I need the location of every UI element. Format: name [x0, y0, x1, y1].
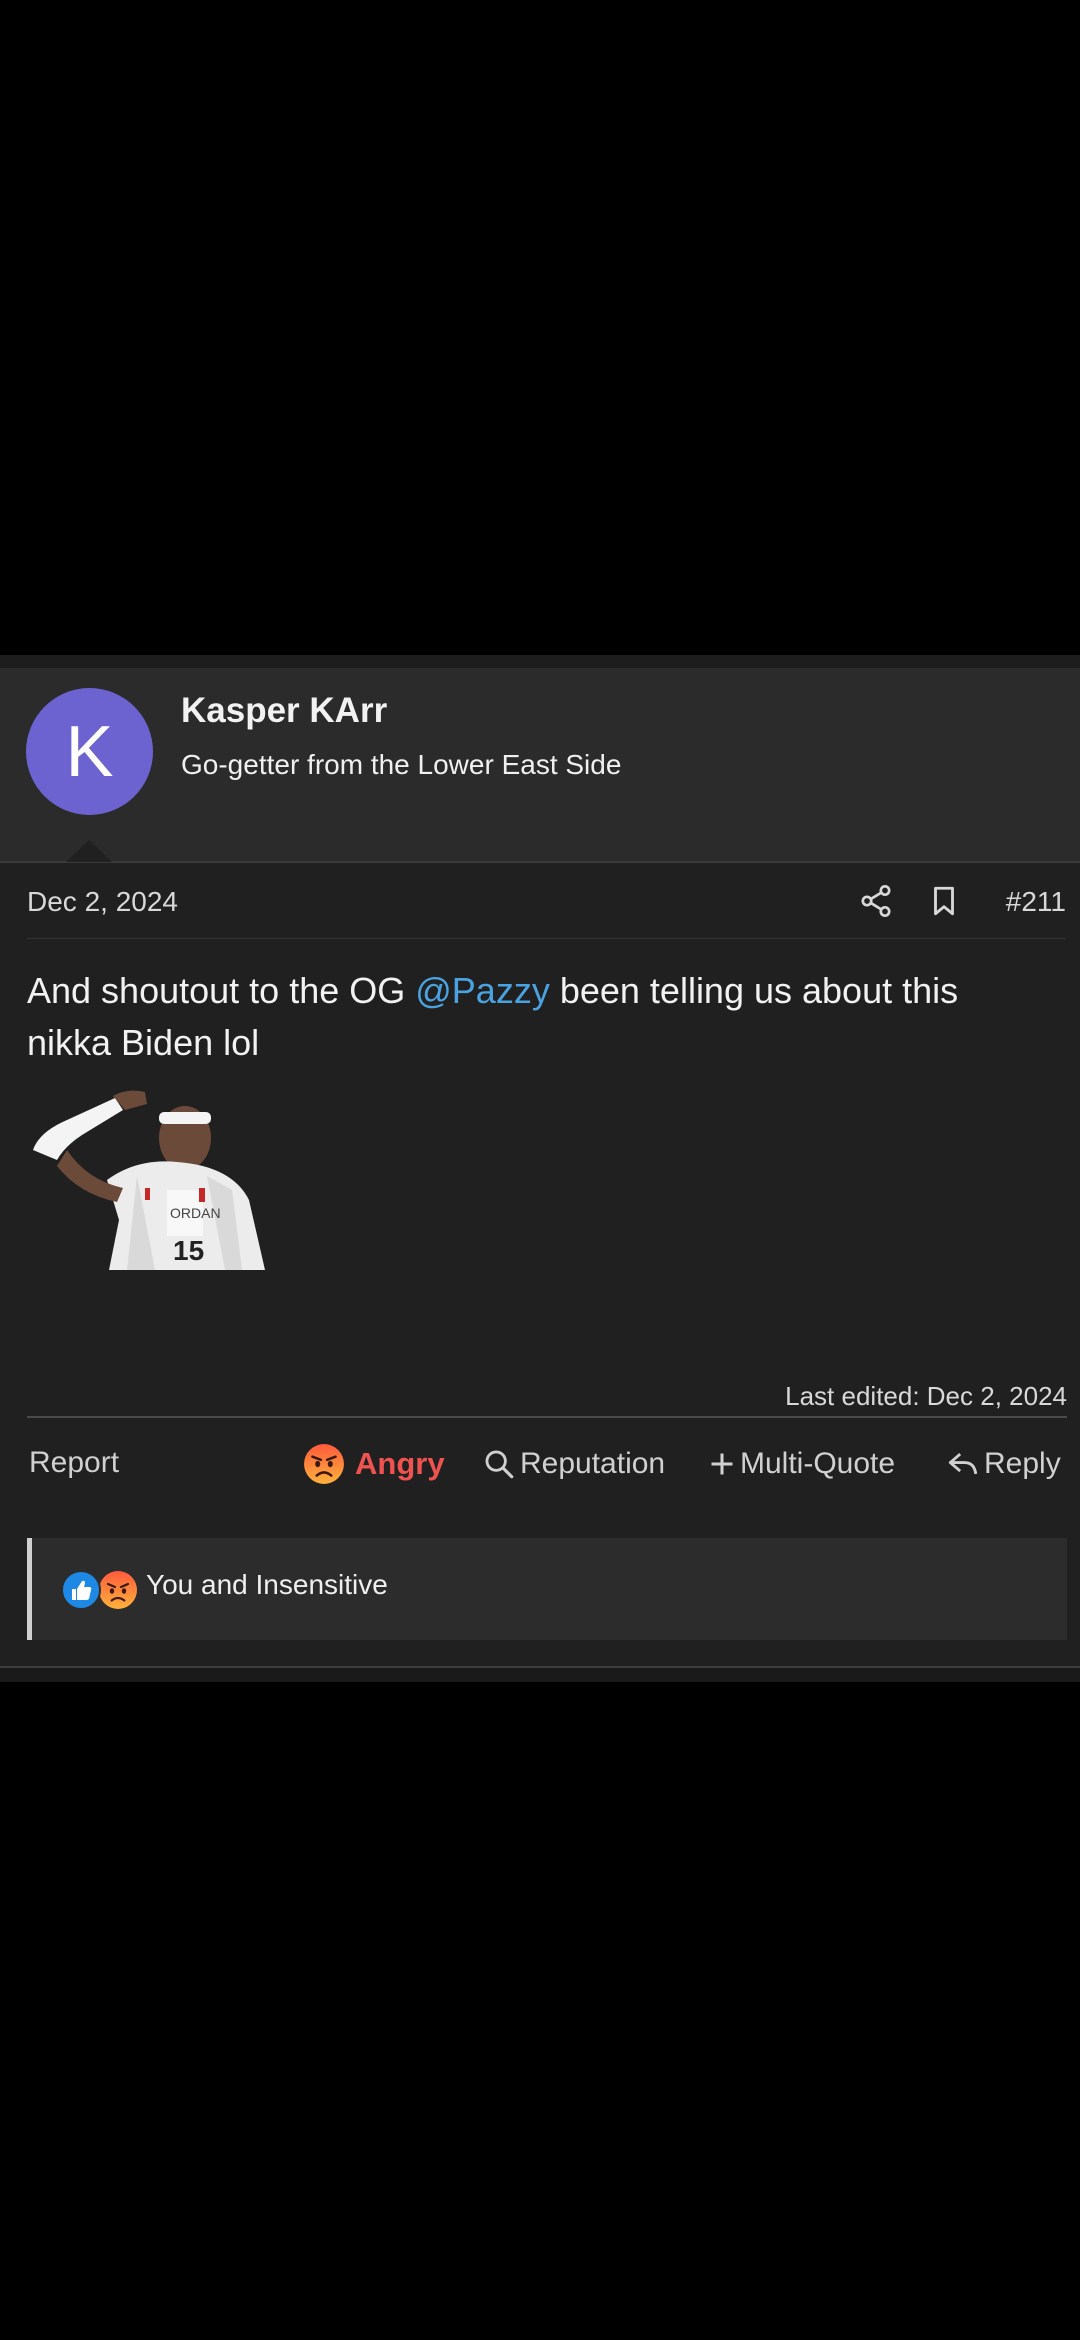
meta-divider [27, 938, 1066, 939]
last-edited-note: Last edited: Dec 2, 2024 [785, 1381, 1067, 1411]
svg-text:ORDAN: ORDAN [170, 1205, 221, 1221]
bookmark-icon[interactable] [927, 883, 961, 919]
post-date[interactable]: Dec 2, 2024 [27, 886, 178, 918]
angry-reaction-button[interactable]: Angry [303, 1440, 445, 1488]
reaction-icons [61, 1570, 137, 1610]
forum-post: K Kasper KArr Go-getter from the Lower E… [0, 668, 1080, 1668]
multi-quote-button[interactable]: Multi-Quote [708, 1440, 895, 1488]
plus-icon [711, 1453, 733, 1475]
avatar[interactable]: K [26, 688, 153, 815]
user-header: K Kasper KArr Go-getter from the Lower E… [0, 668, 1080, 863]
share-icon[interactable] [858, 883, 894, 919]
bottom-divider-strip [0, 1668, 1080, 1682]
angry-face-icon [304, 1444, 344, 1484]
reactions-summary[interactable]: You and Insensitive [27, 1538, 1067, 1640]
top-blank-area [0, 0, 1080, 655]
report-button[interactable]: Report [29, 1446, 119, 1480]
bottom-blank-area [0, 1682, 1080, 2340]
angry-label: Angry [355, 1446, 445, 1481]
post-number[interactable]: #211 [1006, 886, 1066, 918]
reply-arrow-icon [948, 1453, 978, 1475]
like-reaction-icon [61, 1570, 101, 1610]
user-mention-link[interactable]: @Pazzy [415, 970, 550, 1011]
post-text-start: And shoutout to the OG [27, 970, 416, 1011]
svg-text:15: 15 [173, 1235, 204, 1266]
top-divider-strip [0, 655, 1080, 668]
post-body: And shoutout to the OG @Pazzy been telli… [27, 965, 1047, 1069]
user-title: Go-getter from the Lower East Side [181, 749, 622, 780]
edit-divider [27, 1416, 1067, 1418]
angry-reaction-icon [99, 1571, 137, 1609]
multi-quote-label: Multi-Quote [740, 1447, 896, 1480]
reactions-summary-text: You and Insensitive [146, 1569, 388, 1600]
saluting-player-gif[interactable]: ORDAN 15 [27, 1080, 272, 1280]
header-caret [66, 840, 112, 862]
username[interactable]: Kasper KArr [181, 691, 387, 731]
reputation-button[interactable]: Reputation [482, 1440, 665, 1488]
reply-button[interactable]: Reply [946, 1440, 1061, 1488]
search-icon [485, 1450, 514, 1479]
reputation-label: Reputation [520, 1447, 666, 1480]
screen: K Kasper KArr Go-getter from the Lower E… [0, 0, 1080, 2340]
post-actions: Report Angry Reputation Multi-Quote Repl… [0, 1428, 1080, 1508]
reply-label: Reply [984, 1447, 1061, 1480]
post-meta-row: Dec 2, 2024 #211 [0, 861, 1080, 946]
